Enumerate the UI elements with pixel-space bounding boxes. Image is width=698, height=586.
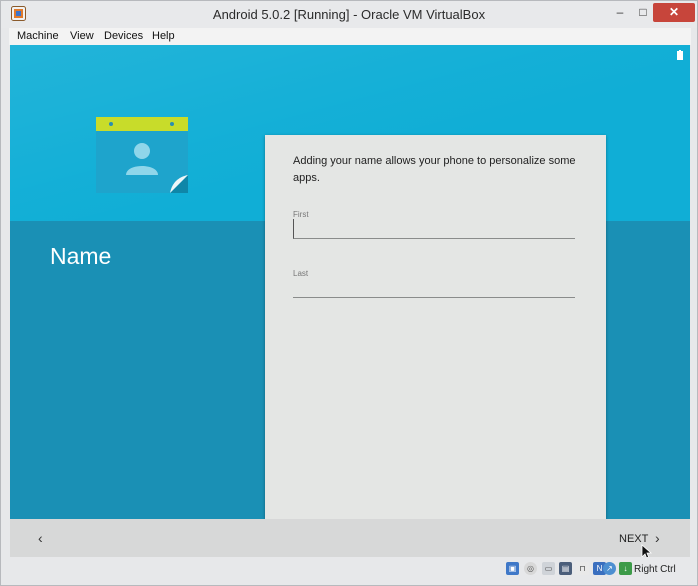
minimize-button[interactable]: – — [607, 3, 633, 22]
back-button[interactable]: ‹ — [38, 530, 43, 546]
last-name-input[interactable] — [293, 278, 575, 298]
contact-card-icon — [96, 117, 188, 193]
setup-nav-bar: ‹ NEXT › — [10, 519, 690, 557]
menu-bar: Machine View Devices Help — [9, 28, 691, 45]
menu-devices[interactable]: Devices — [104, 30, 143, 42]
menu-machine[interactable]: Machine — [17, 30, 59, 42]
menu-help[interactable]: Help — [152, 30, 175, 42]
last-name-label: Last — [293, 269, 309, 278]
battery-icon — [677, 50, 683, 60]
mouse-integration-icon[interactable]: ↗ — [603, 562, 616, 575]
hard-disk-icon[interactable]: ▣ — [506, 562, 519, 575]
keyboard-capture-icon[interactable]: ↓ — [619, 562, 632, 575]
virtualbox-window: Android 5.0.2 [Running] - Oracle VM Virt… — [0, 0, 698, 586]
host-key-label: Right Ctrl — [634, 564, 676, 575]
step-title: Name — [50, 243, 112, 269]
network-icon[interactable]: ▤ — [559, 562, 572, 575]
folder-icon[interactable]: ▭ — [542, 562, 555, 575]
title-bar[interactable]: Android 5.0.2 [Running] - Oracle VM Virt… — [1, 1, 697, 28]
status-bar: ▣ ◎ ▭ ▤ ⊓ N ↗ ↓ Right Ctrl — [1, 557, 697, 585]
first-name-label: First — [293, 210, 309, 219]
window-title: Android 5.0.2 [Running] - Oracle VM Virt… — [212, 7, 486, 22]
name-form-card: Adding your name allows your phone to pe… — [265, 135, 606, 519]
android-screen: Name Adding your name allows your phone … — [10, 45, 690, 519]
first-name-input[interactable] — [293, 219, 575, 239]
close-button[interactable]: ✕ — [653, 3, 695, 22]
form-description: Adding your name allows your phone to pe… — [293, 155, 576, 184]
optical-drive-icon[interactable]: ◎ — [524, 562, 537, 575]
menu-view[interactable]: View — [70, 30, 94, 42]
usb-icon[interactable]: ⊓ — [576, 562, 589, 575]
chevron-right-icon[interactable]: › — [655, 530, 660, 546]
maximize-button[interactable]: □ — [633, 3, 653, 22]
